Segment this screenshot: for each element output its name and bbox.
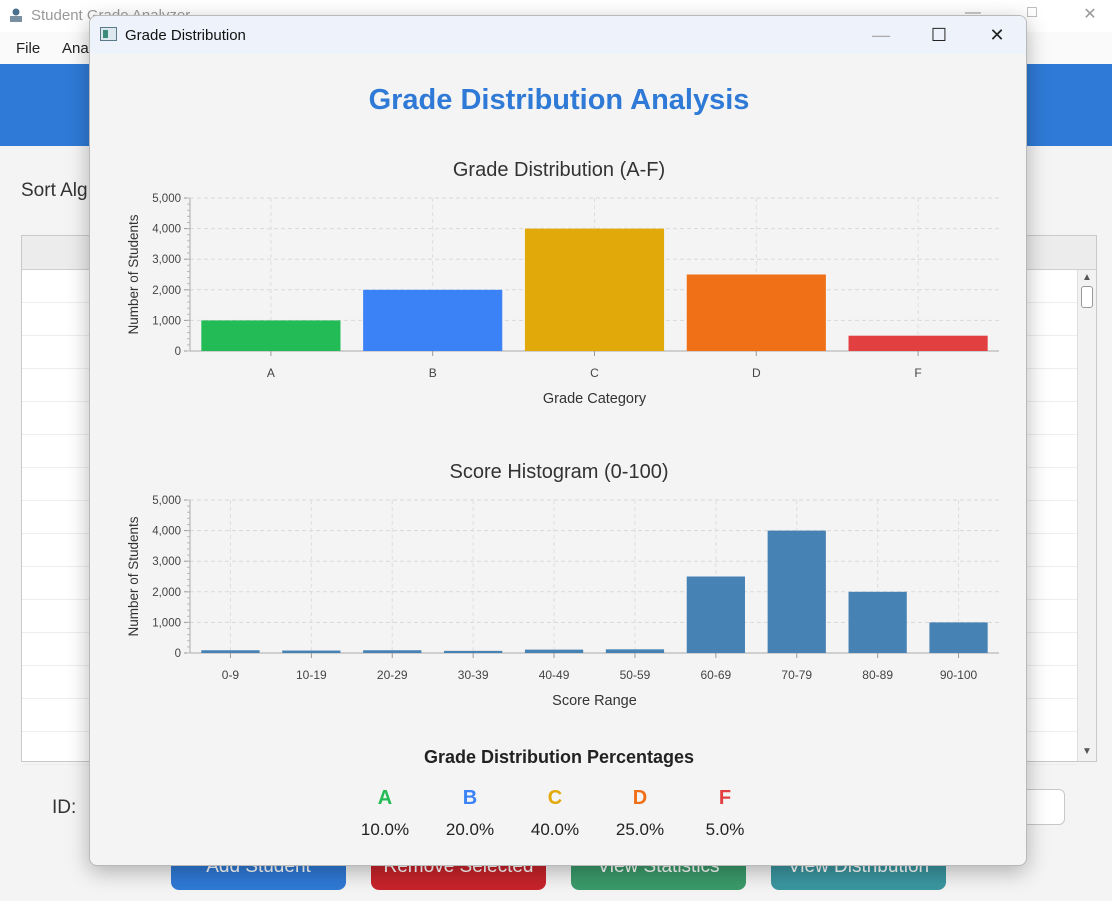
- x-tick-label: D: [752, 366, 761, 380]
- grade-distribution-dialog: Grade Distribution — ☐ ✕ Grade Distribut…: [89, 15, 1027, 866]
- bar-90-100: [929, 622, 988, 653]
- window-icon: [100, 27, 117, 41]
- chart-title: Grade Distribution (A-F): [453, 159, 665, 181]
- bar-20-29: [363, 650, 422, 653]
- bar-80-89: [848, 591, 907, 653]
- bar-C: [524, 228, 665, 351]
- bar-40-49: [524, 649, 584, 653]
- y-tick-label: 5,000: [152, 193, 181, 205]
- menu-analysis[interactable]: Ana: [62, 40, 89, 57]
- close-icon[interactable]: ✕: [974, 20, 1020, 50]
- y-tick-label: 0: [175, 346, 181, 358]
- x-axis-label: Grade Category: [543, 391, 647, 407]
- minimize-icon[interactable]: —: [858, 20, 904, 50]
- bar-10-19: [282, 650, 341, 653]
- x-tick-label: 30-39: [458, 668, 489, 682]
- sort-algorithm-label: Sort Alg: [21, 180, 88, 201]
- x-tick-label: 50-59: [620, 668, 651, 682]
- bar-60-69: [686, 576, 745, 653]
- percentage-item-b: B 20.0%: [430, 787, 510, 840]
- grade-percentage: 20.0%: [445, 820, 495, 839]
- grade-percentage: 5.0%: [705, 820, 745, 839]
- x-tick-label: 20-29: [377, 668, 408, 682]
- grade-letter: A: [377, 787, 393, 809]
- app-icon: [10, 8, 22, 22]
- id-label: ID:: [52, 797, 77, 818]
- scrollbar-thumb[interactable]: [1081, 286, 1093, 308]
- y-tick-label: 1,000: [152, 315, 181, 327]
- maximize-icon[interactable]: ☐: [916, 20, 962, 50]
- y-tick-label: 4,000: [152, 224, 181, 236]
- percentage-item-d: D 25.0%: [600, 787, 680, 840]
- scroll-up-icon[interactable]: ▲: [1082, 272, 1092, 283]
- menu-file[interactable]: File: [16, 40, 40, 57]
- y-tick-label: 0: [175, 648, 181, 660]
- y-tick-label: 1,000: [152, 617, 181, 629]
- x-tick-label: B: [429, 366, 437, 380]
- bar-50-59: [605, 649, 665, 653]
- analysis-heading: Grade Distribution Analysis: [368, 84, 750, 116]
- grade-letter: D: [632, 787, 648, 809]
- score-histogram-chart: Score Histogram (0-100) 0 1,000 2,000 3,000 4…: [126, 461, 999, 709]
- x-tick-label: 10-19: [296, 668, 327, 682]
- x-tick-label: 80-89: [862, 668, 893, 682]
- grade-percentage: 40.0%: [530, 820, 580, 839]
- close-icon[interactable]: ✕: [1067, 4, 1112, 28]
- bar-B: [363, 289, 503, 351]
- percentage-item-f: F 5.0%: [685, 787, 765, 840]
- x-tick-label: A: [267, 366, 275, 380]
- y-tick-label: 4,000: [152, 526, 181, 538]
- x-tick-label: C: [590, 366, 599, 380]
- x-tick-label: 60-69: [700, 668, 731, 682]
- x-tick-label: 40-49: [539, 668, 570, 682]
- y-tick-label: 2,000: [152, 587, 181, 599]
- x-tick-label: 0-9: [222, 668, 240, 682]
- grade-distribution-chart: Grade Distribution (A-F) 0 1,000 2,000 3,000…: [126, 159, 999, 407]
- grade-percentage: 10.0%: [360, 820, 410, 839]
- chart-title: Score Histogram (0-100): [450, 461, 669, 483]
- grade-letter: C: [547, 787, 563, 809]
- y-tick-label: 2,000: [152, 285, 181, 297]
- y-tick-label: 3,000: [152, 556, 181, 568]
- bar-0-9: [201, 650, 260, 653]
- grade-letter: F: [718, 787, 732, 809]
- y-axis-label: Number of Students: [126, 516, 141, 636]
- percentage-item-c: C 40.0%: [515, 787, 595, 840]
- bar-70-79: [767, 530, 826, 653]
- x-axis-label: Score Range: [552, 693, 637, 709]
- dialog-titlebar: Grade Distribution — ☐ ✕: [90, 16, 1026, 54]
- percentages-title: Grade Distribution Percentages: [423, 747, 695, 767]
- grade-letter: B: [462, 787, 478, 809]
- bar-A: [201, 320, 341, 351]
- y-tick-label: 5,000: [152, 495, 181, 507]
- scroll-down-icon[interactable]: ▼: [1082, 746, 1092, 757]
- y-tick-label: 3,000: [152, 254, 181, 266]
- bar-30-39: [444, 650, 503, 653]
- x-tick-label: F: [914, 366, 921, 380]
- bar-F: [848, 335, 988, 351]
- table-scrollbar[interactable]: ▲ ▼: [1077, 270, 1096, 761]
- percentage-item-a: A 10.0%: [345, 787, 425, 840]
- x-tick-label: 90-100: [940, 668, 978, 682]
- bar-D: [686, 274, 826, 351]
- dialog-title: Grade Distribution: [125, 27, 246, 44]
- y-axis-label: Number of Students: [126, 214, 141, 334]
- grade-percentage: 25.0%: [615, 820, 665, 839]
- x-tick-label: 70-79: [781, 668, 812, 682]
